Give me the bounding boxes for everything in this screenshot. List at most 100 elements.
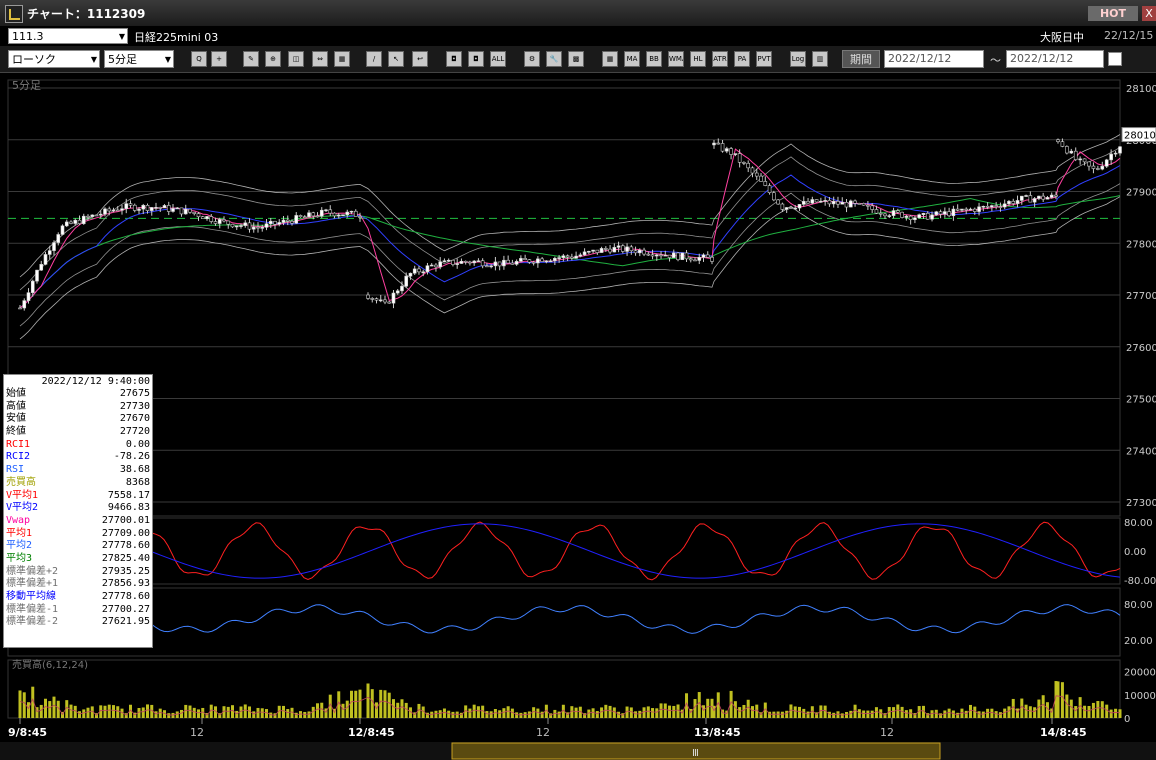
ind-grid-button[interactable]: ▦ <box>602 51 618 67</box>
chart-area[interactable]: 2810028000279002780027700276002750027400… <box>0 72 1156 760</box>
volume-bar <box>370 689 374 718</box>
volume-bar <box>27 702 30 718</box>
candle-body <box>69 221 73 224</box>
candle-body <box>705 254 710 258</box>
volume-bar <box>489 711 493 718</box>
ind-atr-button[interactable]: ATR <box>712 51 728 67</box>
draw-tool-5-button[interactable]: ▦ <box>334 51 350 67</box>
candle-body <box>162 205 167 209</box>
volume-bar <box>866 710 870 718</box>
info-row: 始値 27675 <box>4 388 152 401</box>
info-row: 標準偏差+2 27935.25 <box>4 566 152 579</box>
candle-body <box>853 200 857 204</box>
line-tool-button[interactable]: / <box>366 51 382 67</box>
candle-body <box>844 202 849 208</box>
volume-bar <box>896 704 900 718</box>
volume-bar <box>595 711 599 718</box>
close-button[interactable]: X <box>1142 6 1156 21</box>
candle-body <box>536 258 540 264</box>
volume-bar <box>642 707 646 718</box>
settings-tool-button[interactable]: ⚙ <box>524 51 540 67</box>
candle-body <box>243 222 248 226</box>
chart-type-select[interactable]: ローソク ▼ <box>8 50 100 68</box>
candle-body <box>370 298 375 300</box>
draw-tool-2-button[interactable]: ⊕ <box>265 51 281 67</box>
hot-button[interactable]: HOT <box>1088 6 1138 21</box>
candle-body <box>527 259 532 263</box>
info-row: 平均1 27709.00 <box>4 528 152 541</box>
candle-body <box>599 248 604 253</box>
ind-log-button[interactable]: Log <box>790 51 806 67</box>
candle-body <box>998 206 1003 208</box>
candle-body <box>137 208 141 211</box>
draw-tool-4-button[interactable]: ⇔ <box>312 51 328 67</box>
candle-body <box>921 213 926 215</box>
ind-bb-button[interactable]: BB <box>646 51 662 67</box>
volume-bar <box>1041 695 1045 718</box>
crosshair-tool-button[interactable]: + <box>211 51 227 67</box>
interval-value: 5分足 <box>108 53 137 66</box>
option-checkbox[interactable] <box>1108 52 1122 66</box>
scrollbar[interactable]: Ⅲ <box>0 742 1156 760</box>
candle-body <box>455 263 459 265</box>
volume-bar <box>798 706 801 718</box>
candle-body <box>1015 200 1020 204</box>
candle-body <box>493 261 498 267</box>
zoom-tool-button[interactable]: Q <box>191 51 207 67</box>
info-row: RSI 38.68 <box>4 464 152 477</box>
cursor-tool-button[interactable]: ↖ <box>388 51 404 67</box>
candle-body <box>955 208 960 211</box>
bollinger-line <box>19 183 1121 327</box>
period-button[interactable]: 期間 <box>842 50 880 68</box>
candle-body <box>485 265 489 268</box>
ind-pvt-button[interactable]: PVT <box>756 51 772 67</box>
candle-view-2-button[interactable]: ◘ <box>468 51 484 67</box>
candle-body <box>587 250 591 253</box>
wrench-tool-button[interactable]: 🔧 <box>546 51 562 67</box>
candle-body <box>608 248 612 253</box>
info-key: 標準偏差+1 <box>6 578 59 590</box>
candle-body <box>298 215 303 218</box>
ind-split-button[interactable]: ▥ <box>812 51 828 67</box>
candle-body <box>887 215 892 217</box>
interval-select[interactable]: 5分足 ▼ <box>104 50 174 68</box>
date-to-field[interactable]: 2022/12/12 <box>1006 50 1104 68</box>
candle-body <box>395 290 400 294</box>
candle-body <box>840 202 845 205</box>
draw-tool-3-button[interactable]: ◫ <box>288 51 304 67</box>
ind-ma-button[interactable]: MA <box>624 51 640 67</box>
volume-bar <box>527 711 531 718</box>
all-view-button[interactable]: ALL <box>490 51 506 67</box>
volume-bar <box>374 702 378 718</box>
volume-bar <box>252 711 256 718</box>
candle-body <box>158 207 163 209</box>
date-from-field[interactable]: 2022/12/12 <box>884 50 984 68</box>
candle-body <box>383 299 387 303</box>
volume-bar <box>574 707 578 718</box>
candle-body <box>836 201 840 205</box>
candle-body <box>43 254 48 265</box>
draw-tool-1-button[interactable]: ✎ <box>243 51 259 67</box>
volume-bar <box>604 704 608 718</box>
volume-bar <box>1078 697 1082 718</box>
ind-pa-button[interactable]: PA <box>734 51 750 67</box>
candle-body <box>149 207 154 211</box>
volume-bar <box>18 690 22 718</box>
volume-bar <box>1069 699 1073 718</box>
volume-bar <box>802 708 806 718</box>
info-row: RCI1 0.00 <box>4 439 152 452</box>
candle-body <box>502 259 506 267</box>
symbol-code-select[interactable]: 111.3 ▼ <box>8 28 128 44</box>
palette-tool-button[interactable]: ▩ <box>568 51 584 67</box>
time-tick-label: 12 <box>190 726 204 739</box>
ind-hl-button[interactable]: HL <box>690 51 706 67</box>
volume-tick-label: 10000 <box>1124 691 1156 702</box>
volume-bar <box>498 710 502 718</box>
candle-view-1-button[interactable]: ◘ <box>446 51 462 67</box>
candle-body <box>404 275 409 287</box>
svg-text:Ⅲ: Ⅲ <box>692 748 699 759</box>
volume-bar <box>468 708 472 718</box>
ind-wma-button[interactable]: WMA <box>668 51 684 67</box>
arrow-tool-button[interactable]: ↩ <box>412 51 428 67</box>
candle-body <box>810 199 815 204</box>
